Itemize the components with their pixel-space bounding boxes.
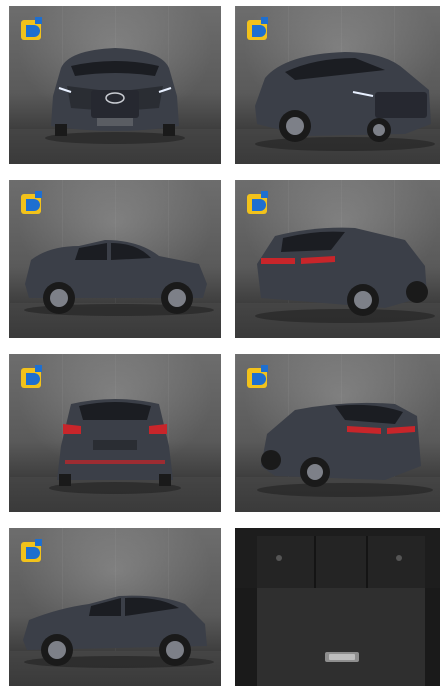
car-rear-view [49,399,181,494]
car-side-view [24,240,214,316]
gallery-image-rear[interactable] [9,354,221,512]
car-side-low-view [23,595,214,668]
gallery-image-side-left-low[interactable] [9,528,221,686]
trunk-interior-view [235,528,440,686]
gallery-image-trunk-interior[interactable] [235,528,440,686]
gallery-image-rear-three-quarter-right[interactable] [235,180,440,338]
gallery-image-side-left[interactable] [9,180,221,338]
gallery-image-front[interactable] [9,6,221,164]
gallery-image-front-three-quarter[interactable] [235,6,440,164]
car-front-three-quarter-view [255,52,435,151]
gallery-image-rear-three-quarter-left[interactable] [235,354,440,512]
car-rear-three-quarter-view [255,227,435,323]
car-rear-three-quarter-left-view [257,402,433,497]
car-front-view [45,48,185,144]
